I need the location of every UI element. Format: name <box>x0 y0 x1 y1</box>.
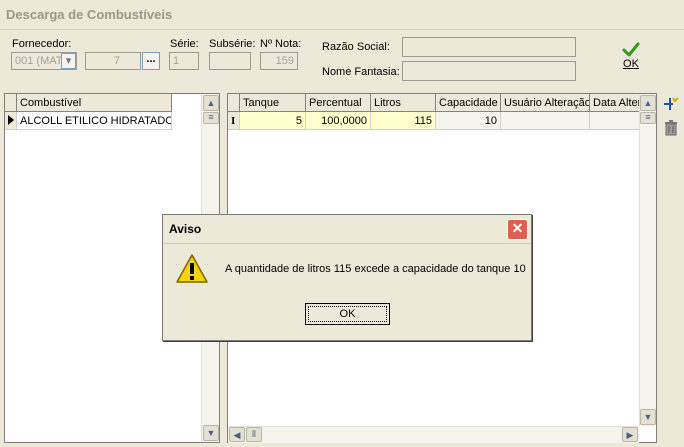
fornecedor-number: 7 <box>113 55 120 67</box>
fantasia-label: Nome Fantasia: <box>322 66 400 78</box>
column-header-usuario[interactable]: Usuário Alteração <box>501 94 590 112</box>
dialog-ok-label: OK <box>339 308 356 320</box>
chevron-down-icon[interactable]: ▾ <box>61 53 76 69</box>
hscroll-thumb[interactable]: ⦀ <box>246 427 262 442</box>
dialog-message: A quantidade de litros 115 excede a capa… <box>225 263 526 275</box>
serie-label: Série: <box>170 38 199 50</box>
fornecedor-number-field[interactable]: 7 <box>85 52 141 70</box>
cell-percentual[interactable]: 100,0000 <box>306 112 371 130</box>
row-indicator <box>5 112 17 130</box>
column-header-percentual[interactable]: Percentual <box>306 94 371 112</box>
razao-field[interactable] <box>402 37 576 57</box>
column-header-combustivel[interactable]: Combustível <box>17 94 172 112</box>
close-icon[interactable]: ✕ <box>507 219 528 240</box>
lookup-button[interactable]: ... <box>142 52 160 70</box>
subserie-label: Subsérie: <box>209 38 256 50</box>
nota-field[interactable]: 159 <box>260 52 298 70</box>
scroll-right-icon[interactable]: ▶ <box>622 427 638 442</box>
scroll-down-icon[interactable]: ▼ <box>640 409 656 425</box>
serie-field[interactable]: 1 <box>169 52 199 70</box>
tank-grid-vscrollbar[interactable]: ▲ ≡ ▼ <box>639 94 656 426</box>
cell-data[interactable] <box>590 112 640 130</box>
subserie-field[interactable] <box>209 52 251 70</box>
cell-litros[interactable]: 115 <box>371 112 436 130</box>
trash-icon[interactable] <box>663 119 679 137</box>
fantasia-field[interactable] <box>402 61 576 81</box>
dialog-titlebar: Aviso ✕ <box>163 215 531 244</box>
column-header-capacidade[interactable]: Capacidade <box>436 94 501 112</box>
column-header-data[interactable]: Data Alter <box>590 94 640 112</box>
tank-grid-hscrollbar[interactable]: ◀ ⦀ ▶ <box>228 426 639 443</box>
ok-label: OK <box>623 58 639 70</box>
checkmark-icon <box>622 42 640 57</box>
warning-icon <box>176 254 208 283</box>
fornecedor-label: Fornecedor: <box>12 38 72 50</box>
list-item[interactable]: ALCOLL ETILICO HIDRATADO <box>17 112 172 130</box>
scroll-down-icon[interactable]: ▼ <box>203 425 219 441</box>
scroll-up-icon[interactable]: ▲ <box>203 95 219 111</box>
scroll-left-icon[interactable]: ◀ <box>229 427 245 442</box>
column-header-litros[interactable]: Litros <box>371 94 436 112</box>
nota-label: Nº Nota: <box>260 38 302 50</box>
window-title: Descarga de Combustíveis <box>6 7 173 22</box>
row-indicator-header <box>5 94 17 112</box>
scroll-up-icon[interactable]: ▲ <box>640 95 656 111</box>
cell-capacidade[interactable]: 10 <box>436 112 501 130</box>
fornecedor-code: 001 (MAT <box>15 55 63 67</box>
razao-label: Razão Social: <box>322 41 390 53</box>
column-header-tanque[interactable]: Tanque <box>240 94 306 112</box>
scroll-thumb[interactable]: ≡ <box>203 112 219 124</box>
cell-tanque[interactable]: 5 <box>240 112 306 130</box>
current-row-arrow-icon <box>8 115 14 125</box>
cell-usuario[interactable] <box>501 112 590 130</box>
window-titlebar: Descarga de Combustíveis <box>0 0 684 30</box>
add-row-icon[interactable] <box>662 95 680 113</box>
dialog-title: Aviso <box>169 222 202 236</box>
ok-button[interactable]: OK <box>616 42 646 76</box>
row-indicator-header <box>228 94 240 112</box>
warning-dialog: Aviso ✕ A quantidade de litros 115 exced… <box>162 214 532 341</box>
edit-cursor-icon: I <box>228 112 240 130</box>
dialog-ok-button[interactable]: OK <box>305 303 390 325</box>
scroll-thumb[interactable]: ≡ <box>640 112 656 124</box>
